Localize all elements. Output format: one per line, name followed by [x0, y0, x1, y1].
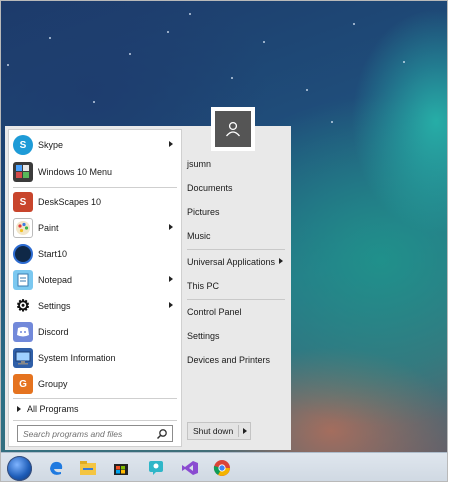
- app-item-label: Discord: [38, 327, 69, 337]
- app-item-start10[interactable]: Start10: [9, 241, 181, 267]
- chrome-icon[interactable]: [213, 459, 231, 477]
- places-item-label: Devices and Printers: [187, 355, 271, 365]
- app-item-label: Skype: [38, 140, 64, 150]
- menu-separator: [187, 299, 285, 300]
- all-programs-label: All Programs: [27, 404, 79, 414]
- expand-arrow-icon: [17, 406, 21, 412]
- places-item-pictures[interactable]: Pictures: [187, 202, 287, 222]
- star: [7, 64, 9, 66]
- places-item-label: Pictures: [187, 207, 220, 217]
- submenu-arrow-icon: [169, 224, 173, 230]
- places-item-label: Documents: [187, 183, 233, 193]
- desktop-background: S Skype Windows 10 Menu S DeskScapes 10 …: [0, 0, 448, 482]
- store-icon[interactable]: [112, 459, 130, 477]
- user-icon: [215, 111, 251, 147]
- star: [93, 101, 95, 103]
- start-orb-icon[interactable]: [7, 456, 32, 481]
- feedback-hub-icon[interactable]: [147, 459, 165, 477]
- app-item-label: Paint: [38, 223, 59, 233]
- gear-icon: ⚙: [15, 298, 31, 315]
- places-item-label: jsumn: [187, 159, 212, 169]
- user-name-link[interactable]: jsumn: [187, 154, 287, 174]
- menu-separator: [187, 249, 285, 250]
- places-item-devices-and-printers[interactable]: Devices and Printers: [187, 350, 287, 370]
- places-pane: jsumn Documents Pictures Music Universal…: [183, 126, 291, 450]
- app-item-groupy[interactable]: G Groupy: [9, 371, 181, 397]
- search-input[interactable]: [23, 428, 153, 439]
- star: [331, 121, 333, 123]
- app-item-label: DeskScapes 10: [38, 197, 102, 207]
- taskbar: [1, 452, 447, 481]
- app-item-discord[interactable]: Discord: [9, 319, 181, 345]
- start-menu: S Skype Windows 10 Menu S DeskScapes 10 …: [5, 126, 291, 450]
- app-item-system-information[interactable]: System Information: [9, 345, 181, 371]
- edge-icon[interactable]: [47, 459, 65, 477]
- places-item-music[interactable]: Music: [187, 226, 287, 246]
- groupy-icon: G: [13, 374, 33, 394]
- app-item-settings[interactable]: ⚙ Settings: [9, 293, 181, 319]
- places-item-documents[interactable]: Documents: [187, 178, 287, 198]
- app-item-label: Groupy: [38, 379, 68, 389]
- app-item-windows-10-menu[interactable]: Windows 10 Menu: [9, 159, 181, 185]
- submenu-arrow-icon: [279, 258, 283, 264]
- star: [263, 41, 265, 43]
- app-item-label: Notepad: [38, 275, 73, 285]
- app-item-label: System Information: [38, 353, 116, 363]
- star: [49, 37, 51, 39]
- places-item-label: Settings: [187, 331, 220, 341]
- app-item-paint[interactable]: Paint: [9, 215, 181, 241]
- app-item-skype[interactable]: S Skype: [9, 132, 181, 158]
- star: [189, 13, 191, 15]
- star: [167, 31, 169, 33]
- programs-pane: S Skype Windows 10 Menu S DeskScapes 10 …: [8, 129, 182, 447]
- star: [403, 61, 405, 63]
- deskscapes-icon: S: [13, 192, 33, 212]
- visual-studio-icon[interactable]: [181, 459, 199, 477]
- star: [306, 89, 308, 91]
- app-item-label: Windows 10 Menu: [38, 167, 113, 177]
- app-item-notepad[interactable]: Notepad: [9, 267, 181, 293]
- shutdown-label: Shut down: [193, 426, 234, 436]
- all-programs-button[interactable]: All Programs: [9, 400, 181, 418]
- discord-icon: [13, 322, 33, 342]
- search-icon[interactable]: [156, 428, 168, 440]
- notepad-icon: [13, 270, 33, 290]
- shutdown-divider: [238, 425, 239, 437]
- search-box[interactable]: [17, 425, 173, 442]
- places-item-control-panel[interactable]: Control Panel: [187, 302, 287, 322]
- user-avatar-tile[interactable]: [211, 107, 255, 151]
- file-explorer-icon[interactable]: [79, 459, 97, 477]
- submenu-arrow-icon: [169, 276, 173, 282]
- shutdown-options-arrow-icon[interactable]: [243, 428, 247, 434]
- app-item-label: Settings: [38, 301, 71, 311]
- star: [129, 53, 131, 55]
- menu-separator: [13, 398, 177, 399]
- app-item-deskscapes[interactable]: S DeskScapes 10: [9, 189, 181, 215]
- paint-icon: [13, 218, 33, 238]
- menu-separator: [13, 187, 177, 188]
- system-information-icon: [13, 348, 33, 368]
- windows10menu-icon: [13, 162, 33, 182]
- start10-icon: [13, 244, 33, 264]
- skype-icon: S: [13, 135, 33, 155]
- places-item-label: Control Panel: [187, 307, 242, 317]
- submenu-arrow-icon: [169, 141, 173, 147]
- menu-separator: [13, 420, 177, 421]
- submenu-arrow-icon: [169, 302, 173, 308]
- star: [231, 77, 233, 79]
- places-item-label: Universal Applications: [187, 257, 276, 267]
- star: [353, 23, 355, 25]
- app-item-label: Start10: [38, 249, 68, 259]
- shutdown-button[interactable]: Shut down: [187, 422, 251, 440]
- places-item-label: This PC: [187, 281, 220, 291]
- places-item-settings[interactable]: Settings: [187, 326, 287, 346]
- places-item-universal-applications[interactable]: Universal Applications: [187, 252, 287, 272]
- places-item-label: Music: [187, 231, 211, 241]
- places-item-this-pc[interactable]: This PC: [187, 276, 287, 296]
